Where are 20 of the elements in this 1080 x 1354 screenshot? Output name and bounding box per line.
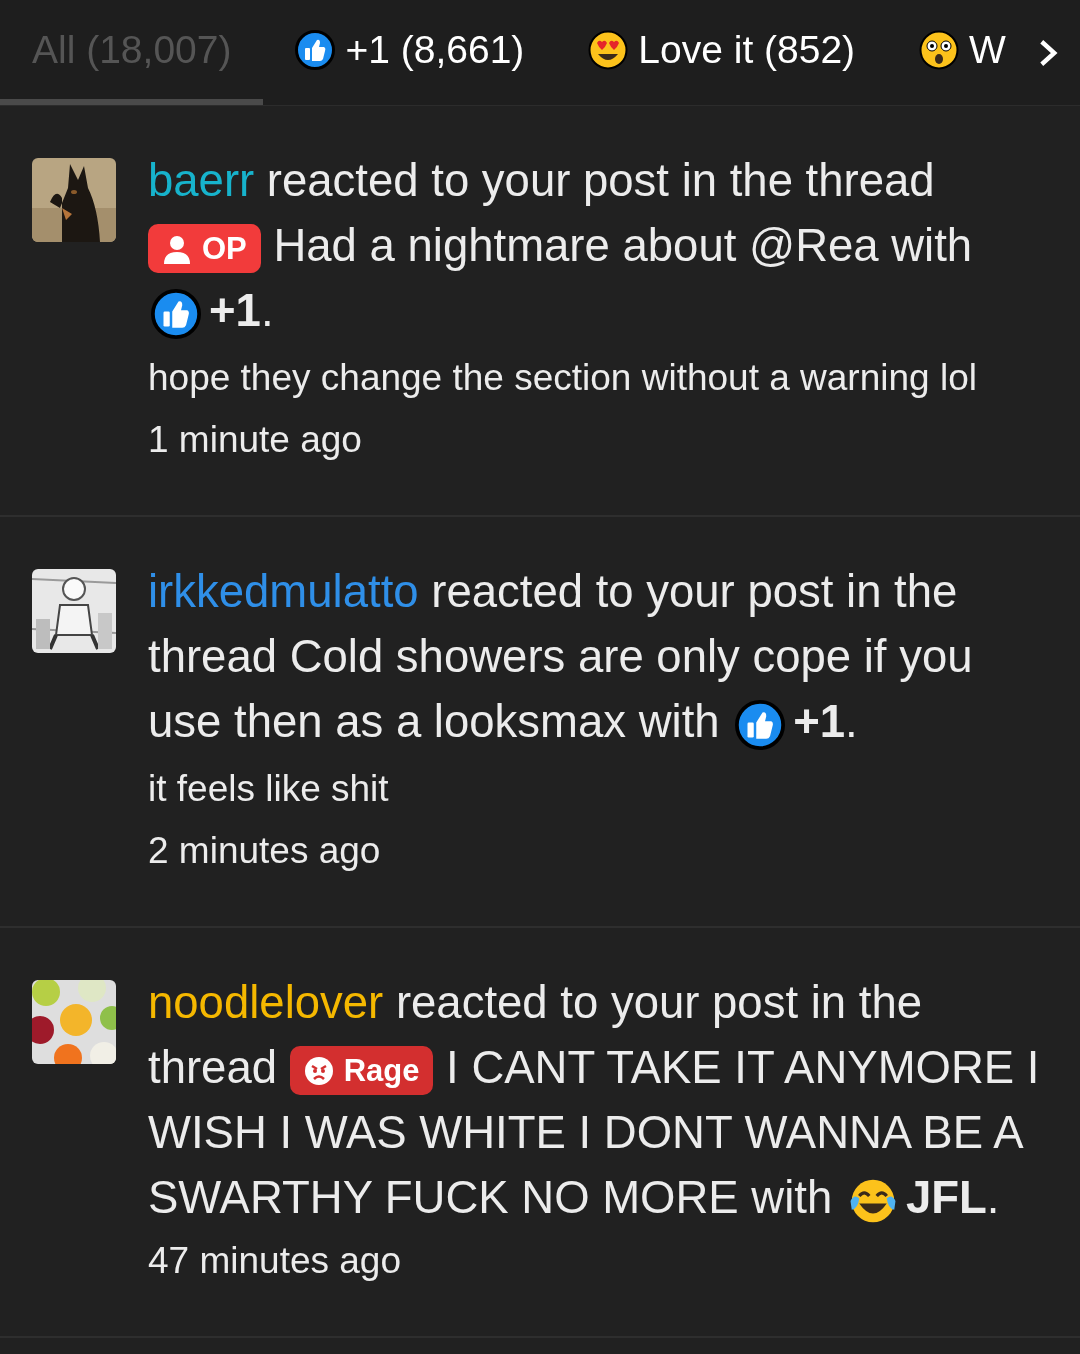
timestamp: 1 minute ago xyxy=(148,418,363,462)
heart-eyes-icon xyxy=(588,29,629,70)
post-snippet: it feels like shit xyxy=(148,767,390,811)
username-link[interactable]: baerr xyxy=(148,155,255,206)
thumbs-up-icon xyxy=(295,29,336,70)
notification-text: baerr reacted to your post in the thread OP Had a nightmare about @Rea with +1. xyxy=(148,148,1041,343)
prefix-badge: OP xyxy=(148,224,261,274)
timestamp: 2 minutes ago xyxy=(148,829,382,873)
notification-text: irkkedmulatto reacted to your post in the thread Cold showers are only cope if you use then as a looksmax with +1. xyxy=(148,559,1041,754)
thumbs-up-icon xyxy=(151,289,201,339)
thumbs-up-icon xyxy=(735,700,786,750)
notification-text: noodlelover reacted to your post in the thread Rage I CANT TAKE IT ANYMORE I WISH I WAS WHITE I DONT WANNA BE A SWARTHY FUCK NO MORE with JFL. xyxy=(148,970,1041,1230)
reaction-tab[interactable]: Love it (852) xyxy=(556,0,888,105)
timestamp: 47 minutes ago xyxy=(148,1239,402,1283)
username-link[interactable]: noodlelover xyxy=(148,977,384,1028)
prefix-badge: Rage xyxy=(289,1046,434,1096)
post-snippet: hope they change the section without a warning lol xyxy=(148,356,978,400)
surprised-face-icon xyxy=(919,29,960,70)
username-link[interactable]: irkkedmulatto xyxy=(148,566,419,617)
reaction-tab[interactable]: +1 (8,661) xyxy=(263,0,557,105)
